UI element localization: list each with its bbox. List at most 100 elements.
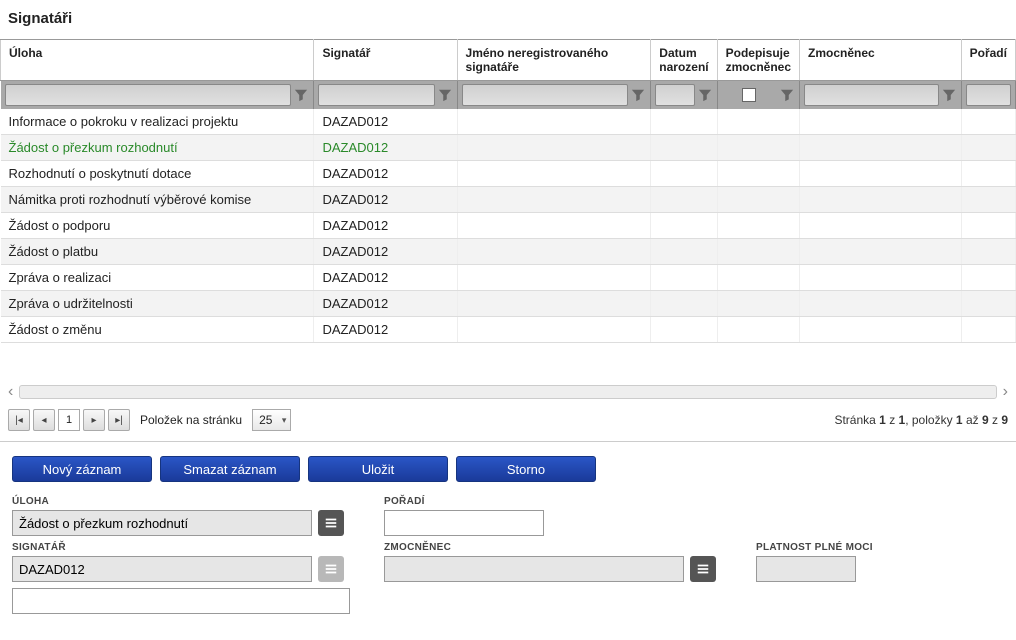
cell-poradi [961, 265, 1015, 291]
table-row[interactable]: Žádost o změnuDAZAD012 [1, 317, 1016, 343]
page-size-select[interactable]: 25 [252, 409, 291, 431]
cell-uloha: Zpráva o realizaci [1, 265, 314, 291]
filter-icon[interactable] [941, 87, 957, 103]
cell-jmeno [457, 317, 651, 343]
cell-signatar: DAZAD012 [314, 109, 457, 135]
table-row[interactable]: Zpráva o realizaciDAZAD012 [1, 265, 1016, 291]
zmocnenec-lookup-button[interactable] [690, 556, 716, 582]
table-row[interactable]: Žádost o přezkum rozhodnutíDAZAD012 [1, 135, 1016, 161]
cell-datum [651, 161, 717, 187]
pager-current-page[interactable]: 1 [58, 409, 80, 431]
poradi-label: POŘADÍ [384, 496, 544, 507]
cell-uloha: Rozhodnutí o poskytnutí dotace [1, 161, 314, 187]
pager-next-button[interactable]: ▸ [83, 409, 105, 431]
cell-uloha: Žádost o přezkum rozhodnutí [1, 135, 314, 161]
platnost-field[interactable] [756, 556, 856, 582]
cell-jmeno [457, 265, 651, 291]
filter-input-zmoc[interactable] [804, 84, 939, 106]
poradi-field[interactable] [384, 510, 544, 536]
pager-last-button[interactable]: ▸| [108, 409, 130, 431]
cell-zmoc [799, 317, 961, 343]
cell-zmoc [799, 187, 961, 213]
cell-datum [651, 317, 717, 343]
save-button[interactable]: Uložit [308, 456, 448, 482]
delete-record-button[interactable]: Smazat záznam [160, 456, 300, 482]
new-record-button[interactable]: Nový záznam [12, 456, 152, 482]
table-row[interactable]: Zpráva o udržitelnostiDAZAD012 [1, 291, 1016, 317]
cell-podep [717, 161, 799, 187]
filter-input-uloha[interactable] [5, 84, 292, 106]
cell-datum [651, 239, 717, 265]
signatar-lookup-button[interactable] [318, 556, 344, 582]
pager-first-button[interactable]: |◂ [8, 409, 30, 431]
cell-poradi [961, 317, 1015, 343]
hscroll-track[interactable] [19, 385, 996, 399]
filter-input-poradi[interactable] [966, 84, 1011, 106]
cell-poradi [961, 109, 1015, 135]
cell-podep [717, 317, 799, 343]
cell-zmoc [799, 135, 961, 161]
cell-jmeno [457, 291, 651, 317]
col-header-jmeno[interactable]: Jméno neregistrovaného signatáře [457, 40, 651, 81]
cell-jmeno [457, 109, 651, 135]
filter-icon[interactable] [697, 87, 713, 103]
col-header-uloha[interactable]: Úloha [1, 40, 314, 81]
filter-icon[interactable] [437, 87, 453, 103]
col-header-podep[interactable]: Podepisuje zmocněnec [717, 40, 799, 81]
filter-input-signatar[interactable] [318, 84, 434, 106]
filter-input-datum[interactable] [655, 84, 694, 106]
cell-uloha: Žádost o změnu [1, 317, 314, 343]
pager-prev-button[interactable]: ◂ [33, 409, 55, 431]
hscroll-right-button[interactable] [1003, 383, 1008, 401]
signatar-extra-field[interactable] [12, 588, 350, 614]
cell-uloha: Námitka proti rozhodnutí výběrové komise [1, 187, 314, 213]
cell-datum [651, 109, 717, 135]
cell-jmeno [457, 135, 651, 161]
zmocnenec-field[interactable] [384, 556, 684, 582]
cell-signatar: DAZAD012 [314, 239, 457, 265]
uloha-field[interactable] [12, 510, 312, 536]
cell-zmoc [799, 213, 961, 239]
table-row[interactable]: Rozhodnutí o poskytnutí dotaceDAZAD012 [1, 161, 1016, 187]
cell-uloha: Žádost o podporu [1, 213, 314, 239]
col-header-datum[interactable]: Datum narození [651, 40, 717, 81]
filter-input-jmeno[interactable] [462, 84, 629, 106]
cell-zmoc [799, 161, 961, 187]
cell-signatar: DAZAD012 [314, 161, 457, 187]
col-header-poradi[interactable]: Pořadí [961, 40, 1015, 81]
cell-signatar: DAZAD012 [314, 291, 457, 317]
filter-checkbox-podep[interactable] [742, 88, 756, 102]
cell-podep [717, 187, 799, 213]
signatories-table: Úloha Signatář Jméno neregistrovaného si… [0, 39, 1016, 343]
cell-signatar: DAZAD012 [314, 135, 457, 161]
cell-jmeno [457, 161, 651, 187]
table-row[interactable]: Informace o pokroku v realizaci projektu… [1, 109, 1016, 135]
cell-zmoc [799, 265, 961, 291]
table-row[interactable]: Námitka proti rozhodnutí výběrové komise… [1, 187, 1016, 213]
filter-icon[interactable] [293, 87, 309, 103]
cell-datum [651, 213, 717, 239]
cell-jmeno [457, 213, 651, 239]
zmocnenec-label: ZMOCNĚNEC [384, 542, 716, 553]
cell-jmeno [457, 187, 651, 213]
cancel-button[interactable]: Storno [456, 456, 596, 482]
cell-signatar: DAZAD012 [314, 187, 457, 213]
cell-uloha: Žádost o platbu [1, 239, 314, 265]
filter-icon[interactable] [630, 87, 646, 103]
signatar-field[interactable] [12, 556, 312, 582]
cell-poradi [961, 135, 1015, 161]
table-row[interactable]: Žádost o podporuDAZAD012 [1, 213, 1016, 239]
col-header-zmoc[interactable]: Zmocněnec [799, 40, 961, 81]
col-header-signatar[interactable]: Signatář [314, 40, 457, 81]
table-row[interactable]: Žádost o platbuDAZAD012 [1, 239, 1016, 265]
cell-podep [717, 291, 799, 317]
cell-uloha: Informace o pokroku v realizaci projektu [1, 109, 314, 135]
cell-podep [717, 265, 799, 291]
cell-poradi [961, 187, 1015, 213]
uloha-lookup-button[interactable] [318, 510, 344, 536]
cell-jmeno [457, 239, 651, 265]
filter-icon[interactable] [779, 87, 795, 103]
hscroll-left-button[interactable] [8, 383, 13, 401]
cell-signatar: DAZAD012 [314, 317, 457, 343]
cell-uloha: Zpráva o udržitelnosti [1, 291, 314, 317]
